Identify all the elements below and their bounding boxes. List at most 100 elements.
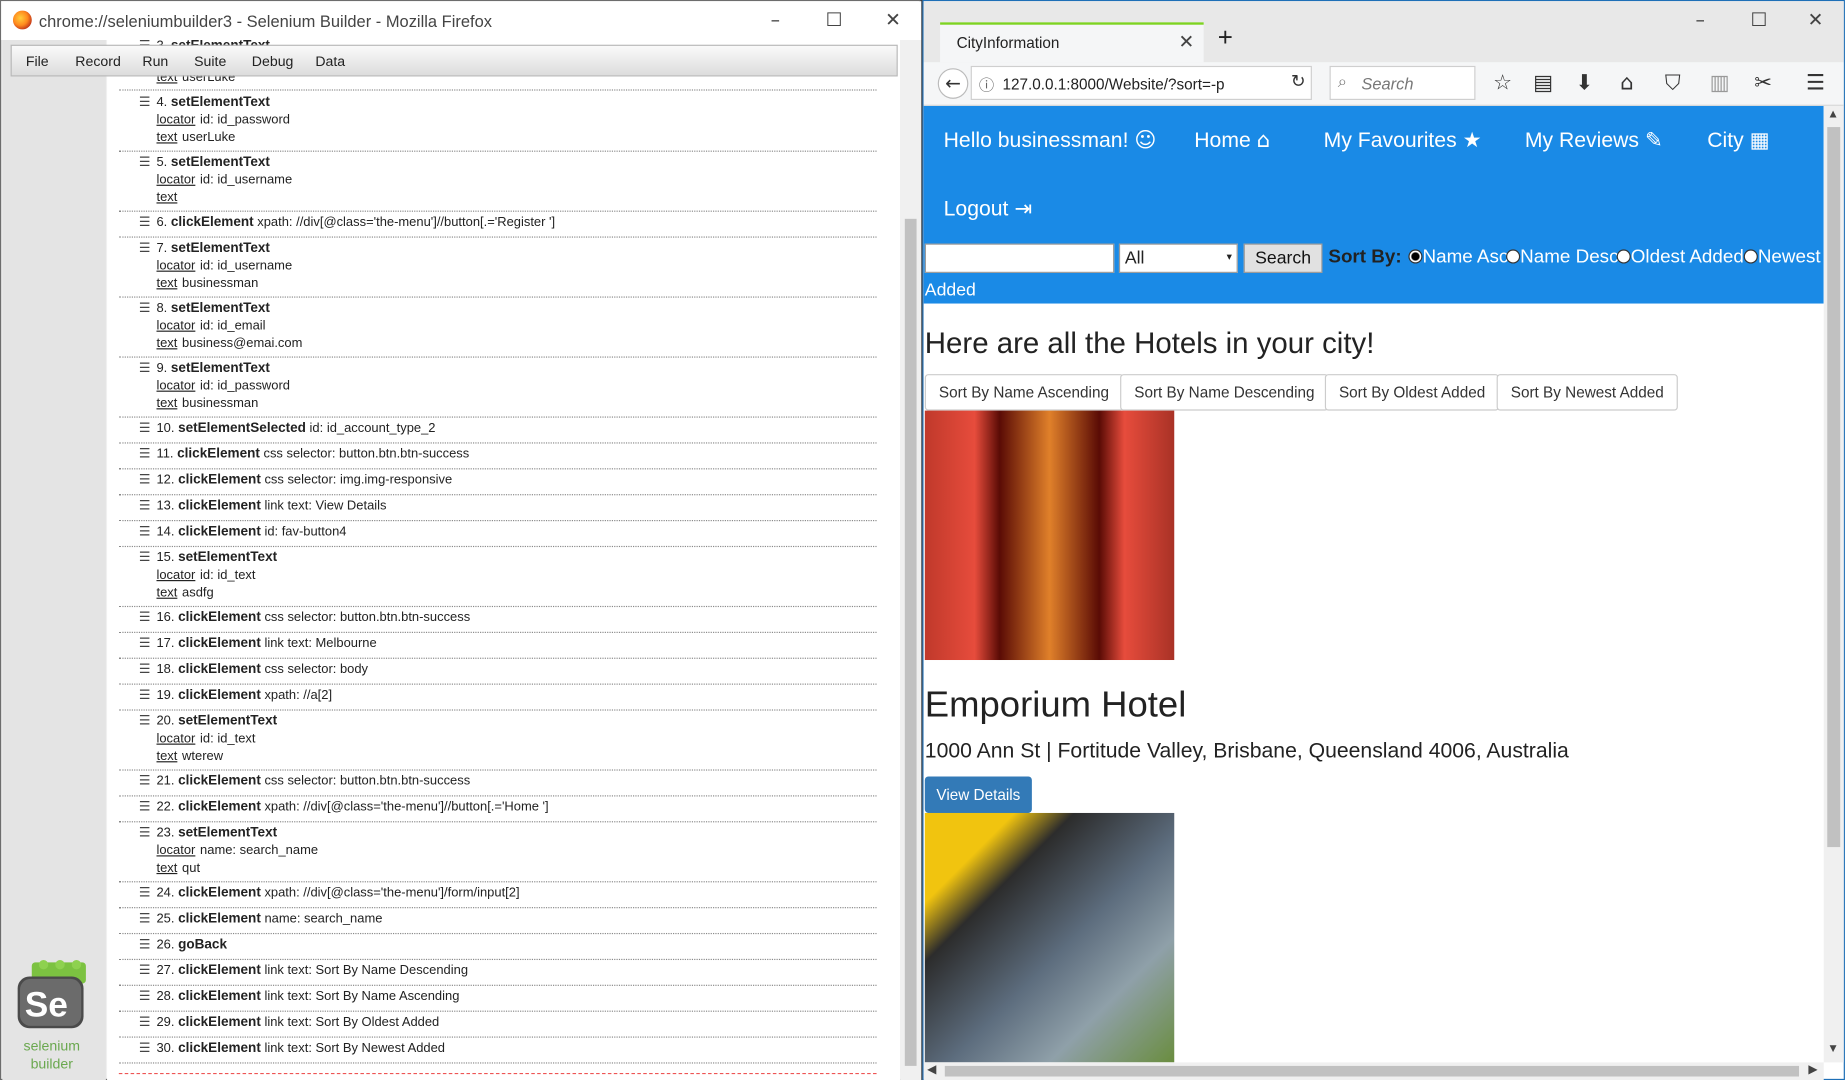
step-row[interactable]: ☰ 16. clickElement css selector: button.b… xyxy=(118,607,877,633)
step-row[interactable]: ☰ 6. clickElement xpath: //div[@class='th… xyxy=(118,212,877,238)
step-row[interactable]: ☰ 25. clickElement name: search_name xyxy=(118,908,877,935)
view-details-button[interactable]: View Details xyxy=(924,776,1032,813)
drag-handle-icon[interactable]: ☰ xyxy=(139,214,151,229)
drag-handle-icon[interactable]: ☰ xyxy=(139,799,151,814)
nav-city[interactable]: City ▦ xyxy=(1707,128,1769,153)
drag-handle-icon[interactable]: ☰ xyxy=(139,498,151,513)
drag-handle-icon[interactable]: ☰ xyxy=(139,825,151,840)
home-toolbar-icon[interactable]: ⌂ xyxy=(1620,71,1633,96)
scrollbar-thumb[interactable] xyxy=(1827,127,1841,848)
search-bar[interactable]: ⌕ Search xyxy=(1329,65,1476,101)
param-key[interactable]: text xyxy=(156,861,177,875)
browser-tab[interactable]: CityInformation ✕ xyxy=(940,22,1204,63)
menu-debug[interactable]: Debug xyxy=(252,53,294,69)
reader-icon[interactable]: ▥ xyxy=(1710,71,1730,96)
param-key[interactable]: text xyxy=(156,749,177,763)
url-bar[interactable]: ⓘ 127.0.0.1:8000/Website/?sort=-p xyxy=(970,65,1312,101)
nav-logout[interactable]: Logout ⇥ xyxy=(944,196,1032,221)
search-button[interactable]: Search xyxy=(1243,243,1323,273)
step-row[interactable]: ☰ 30. clickElement link text: Sort By New… xyxy=(118,1038,877,1064)
drag-handle-icon[interactable]: ☰ xyxy=(139,420,151,435)
step-row[interactable]: ☰ 4. setElementText locator id: id_passwor… xyxy=(118,92,877,152)
param-key[interactable]: locator xyxy=(156,259,195,273)
tab-close-icon[interactable]: ✕ xyxy=(1178,31,1194,53)
scroll-right-icon[interactable]: ▶ xyxy=(1808,1064,1817,1077)
drag-handle-icon[interactable]: ☰ xyxy=(139,360,151,375)
drag-handle-icon[interactable]: ☰ xyxy=(139,687,151,702)
close-icon[interactable]: ✕ xyxy=(879,8,907,30)
step-row[interactable]: ☰ 26. goBack xyxy=(118,934,877,961)
sort-name-desc-button[interactable]: Sort By Name Descending xyxy=(1120,374,1329,411)
sort-newest-button[interactable]: Sort By Newest Added xyxy=(1496,374,1678,411)
param-key[interactable]: locator xyxy=(156,319,195,333)
step-row[interactable]: ☰ 27. clickElement link text: Sort By Nam… xyxy=(118,960,877,986)
page-vertical-scrollbar[interactable]: ▲ ▼ xyxy=(1823,105,1844,1063)
step-row[interactable]: ☰ 5. setElementText locator id: id_usernam… xyxy=(118,152,877,212)
drag-handle-icon[interactable]: ☰ xyxy=(139,885,151,900)
maximize-icon[interactable]: ☐ xyxy=(1745,8,1773,30)
bookmark-star-icon[interactable]: ☆ xyxy=(1493,71,1512,96)
step-row[interactable]: ☰ 22. clickElement xpath: //div[@class='t… xyxy=(118,796,877,823)
param-key[interactable]: locator xyxy=(156,113,195,127)
maximize-icon[interactable]: ☐ xyxy=(820,8,848,30)
step-row[interactable]: ☰ 20. setElementText locator id: id_text te… xyxy=(118,711,877,771)
nav-favourites[interactable]: My Favourites ★ xyxy=(1324,128,1482,153)
drag-handle-icon[interactable]: ☰ xyxy=(139,472,151,487)
param-key[interactable]: text xyxy=(156,396,177,410)
search-name-input[interactable] xyxy=(924,243,1115,273)
sort-oldest-button[interactable]: Sort By Oldest Added xyxy=(1324,374,1500,411)
close-icon[interactable]: ✕ xyxy=(1801,8,1829,30)
menu-suite[interactable]: Suite xyxy=(194,53,226,69)
scrollbar-thumb[interactable] xyxy=(904,218,917,1066)
drag-handle-icon[interactable]: ☰ xyxy=(139,1014,151,1029)
param-key[interactable]: locator xyxy=(156,173,195,187)
back-button[interactable]: ← xyxy=(937,68,969,99)
pocket-icon[interactable]: ⛉ xyxy=(1665,71,1681,96)
drag-handle-icon[interactable]: ☰ xyxy=(139,446,151,461)
hotel-image[interactable] xyxy=(924,812,1175,1063)
radio-button-selected[interactable] xyxy=(1408,249,1423,264)
step-row[interactable]: ☰ 8. setElementText locator id: id_email te… xyxy=(118,298,877,358)
drag-handle-icon[interactable]: ☰ xyxy=(139,962,151,977)
radio-button[interactable] xyxy=(1506,249,1521,264)
info-icon[interactable]: ⓘ xyxy=(979,73,994,96)
nav-greeting[interactable]: Hello businessman! ☺ xyxy=(944,128,1157,153)
drag-handle-icon[interactable]: ☰ xyxy=(139,936,151,951)
drag-handle-icon[interactable]: ☰ xyxy=(139,94,151,109)
step-row[interactable]: ☰ 10. setElementSelected id: id_account_t… xyxy=(118,418,877,444)
drag-handle-icon[interactable]: ☰ xyxy=(139,988,151,1003)
reload-icon[interactable]: ↻ xyxy=(1291,71,1306,92)
download-icon[interactable]: ⬇ xyxy=(1575,71,1593,96)
step-list-scrollbar[interactable] xyxy=(900,40,922,1080)
scroll-down-icon[interactable]: ▼ xyxy=(1827,1042,1839,1055)
param-key[interactable]: text xyxy=(156,276,177,290)
hotel-image[interactable] xyxy=(924,410,1175,661)
radio-button[interactable] xyxy=(1743,249,1758,264)
step-row[interactable]: ☰ 9. setElementText locator id: id_passwor… xyxy=(118,358,877,418)
drag-handle-icon[interactable]: ☰ xyxy=(139,635,151,650)
scroll-up-icon[interactable]: ▲ xyxy=(1827,108,1839,121)
minimize-icon[interactable]: – xyxy=(1686,8,1714,30)
drag-handle-icon[interactable]: ☰ xyxy=(139,300,151,315)
page-horizontal-scrollbar[interactable]: ◀ ▶ xyxy=(923,1062,1824,1080)
scroll-left-icon[interactable]: ◀ xyxy=(927,1064,936,1077)
step-row[interactable]: ☰ 13. clickElement link text: View Detail… xyxy=(118,495,877,522)
step-row[interactable]: ☰ 12. clickElement css selector: img.img-… xyxy=(118,469,877,496)
radio-button[interactable] xyxy=(1616,249,1631,264)
screenshot-icon[interactable]: ✂ xyxy=(1754,71,1772,96)
nav-reviews[interactable]: My Reviews ✎ xyxy=(1525,128,1663,153)
param-key[interactable]: locator xyxy=(156,732,195,746)
drag-handle-icon[interactable]: ☰ xyxy=(139,713,151,728)
param-key[interactable]: text xyxy=(156,131,177,145)
menu-data[interactable]: Data xyxy=(315,53,345,69)
menu-record[interactable]: Record xyxy=(75,53,121,69)
step-row[interactable]: ☰ 15. setElementText locator id: id_text te… xyxy=(118,547,877,608)
step-row[interactable]: ☰ 18. clickElement css selector: body xyxy=(118,659,877,685)
drag-handle-icon[interactable]: ☰ xyxy=(139,661,151,676)
step-row[interactable]: ☰ 29. clickElement link text: Sort By Old… xyxy=(118,1012,877,1038)
step-row[interactable]: ☰ 11. clickElement css selector: button.b… xyxy=(118,444,877,470)
radio-oldest-added[interactable]: Oldest Added xyxy=(1616,247,1744,268)
menu-file[interactable]: File xyxy=(26,53,49,69)
search-type-select[interactable]: All ▾ xyxy=(1118,243,1238,273)
drag-handle-icon[interactable]: ☰ xyxy=(139,524,151,539)
